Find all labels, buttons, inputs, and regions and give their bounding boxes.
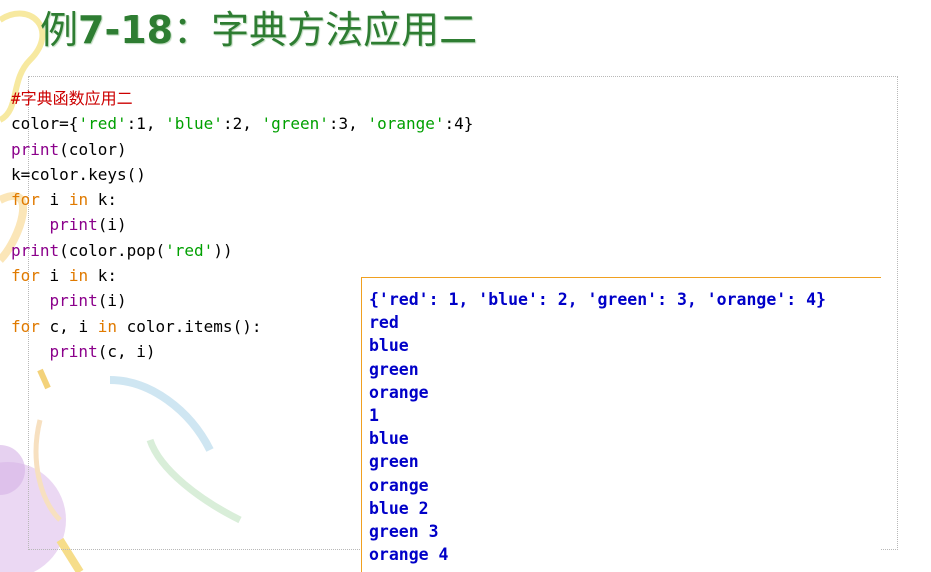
code-line-7: for i in k: <box>11 266 117 286</box>
slide-title-prefix: 例 <box>40 8 79 52</box>
output-line: green 3 <box>369 522 439 542</box>
output-line: orange 4 <box>369 545 449 565</box>
output-line: orange <box>369 475 429 495</box>
slide-title-number: 7-18 <box>78 8 174 52</box>
code-line-9: for c, i in color.items(): <box>11 316 262 336</box>
output-line: blue 2 <box>369 498 429 518</box>
code-line-2: print(color) <box>11 139 127 159</box>
output-line: 1 <box>369 406 379 426</box>
code-comment: #字典函数应用二 <box>11 89 133 108</box>
code-line-8: print(i) <box>49 291 127 311</box>
output-listing: {'red': 1, 'blue': 2, 'green': 3, 'orang… <box>369 288 826 566</box>
code-line-5: print(i) <box>49 215 127 235</box>
output-line: blue <box>369 336 409 356</box>
code-line-1: color={'red':1, 'blue':2, 'green':3, 'or… <box>11 114 474 134</box>
code-line-4: for i in k: <box>11 190 117 210</box>
code-line-10: print(c, i) <box>49 341 156 361</box>
output-line: red <box>369 313 399 333</box>
slide-title-suffix: ：字典方法应用二 <box>173 8 478 52</box>
output-line: orange <box>369 382 429 402</box>
output-line: green <box>369 359 419 379</box>
output-line: {'red': 1, 'blue': 2, 'green': 3, 'orang… <box>369 290 826 309</box>
slide-title: 例7-18：字典方法应用二 <box>40 4 477 56</box>
code-line-3: k=color.keys() <box>11 164 146 184</box>
output-line: green <box>369 452 419 472</box>
code-line-6: print(color.pop('red')) <box>11 240 233 260</box>
output-line: blue <box>369 429 409 449</box>
